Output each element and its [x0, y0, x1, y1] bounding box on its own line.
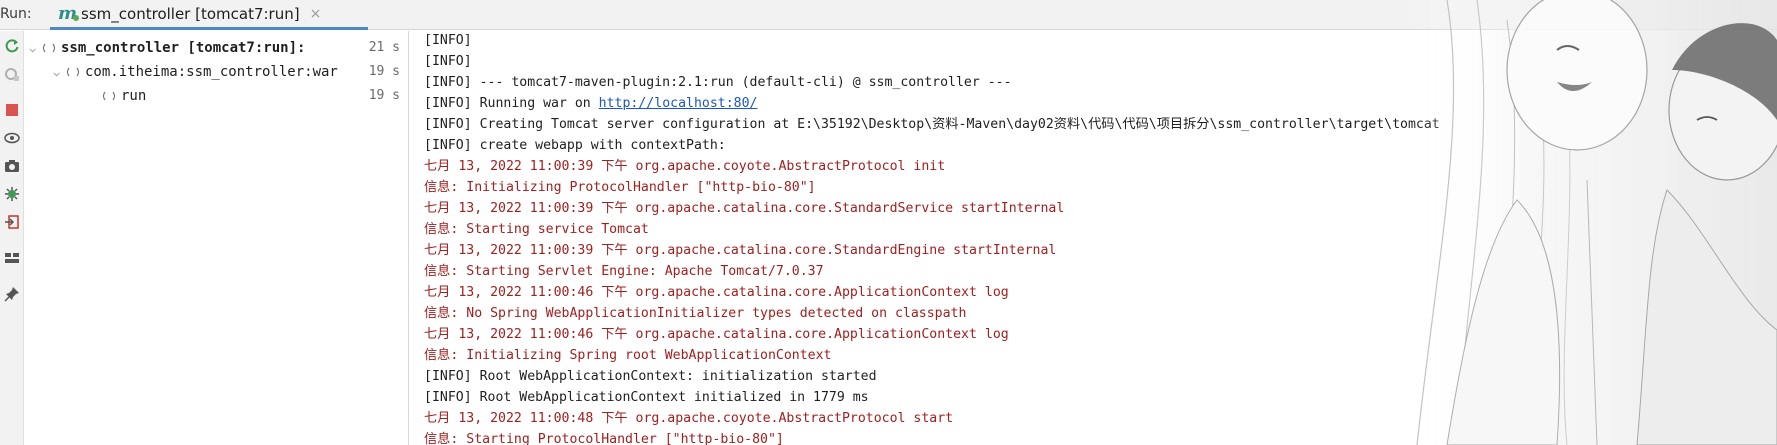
settings-bug-icon[interactable]	[3, 185, 21, 203]
console-output[interactable]: [INFO] [INFO] [INFO] --- tomcat7-maven-p…	[410, 31, 1777, 445]
run-tool-window-header: Run: m ssm_controller [tomcat7:run] ×	[0, 0, 1777, 30]
run-toolbar	[0, 31, 24, 445]
console-line: 信息: Starting service Tomcat	[424, 222, 649, 237]
tree-item-time: 19 s	[368, 88, 400, 103]
console-line: 七月 13, 2022 11:00:46 下午 org.apache.catal…	[424, 285, 1009, 300]
rerun-icon[interactable]	[3, 37, 21, 55]
console-line: 七月 13, 2022 11:00:48 下午 org.apache.coyot…	[424, 411, 954, 426]
exit-icon[interactable]	[3, 213, 21, 231]
console-line: 七月 13, 2022 11:00:39 下午 org.apache.coyot…	[424, 159, 946, 174]
run-configuration-tab[interactable]: m ssm_controller [tomcat7:run] ×	[50, 0, 368, 30]
console-line: [INFO] Root WebApplicationContext: initi…	[424, 369, 877, 384]
tree-item-root[interactable]: ⌵ ssm_controller [tomcat7:run]:	[29, 36, 405, 60]
tree-item-time: 21 s	[368, 40, 400, 55]
console-line: 七月 13, 2022 11:00:39 下午 org.apache.catal…	[424, 243, 1057, 258]
console-line: 信息: No Spring WebApplicationInitializer …	[424, 306, 967, 321]
stop-rerun-icon[interactable]	[3, 65, 21, 83]
pin-icon[interactable]	[3, 285, 21, 303]
chevron-down-icon[interactable]: ⌵	[29, 41, 43, 55]
tree-item-label: com.itheima:ssm_controller:war	[85, 64, 338, 80]
console-line: [INFO] Root WebApplicationContext initia…	[424, 390, 869, 405]
stop-icon[interactable]	[3, 101, 21, 119]
running-spinner-icon	[43, 42, 55, 54]
tree-item-module[interactable]: ⌵ com.itheima:ssm_controller:war	[53, 60, 393, 84]
console-line-text: [INFO] Running war on	[424, 96, 599, 111]
console-line: [INFO] --- tomcat7-maven-plugin:2.1:run …	[424, 75, 1012, 90]
console-line: 七月 13, 2022 11:00:39 下午 org.apache.catal…	[424, 201, 1065, 216]
view-icon[interactable]	[3, 129, 21, 147]
console-line: [INFO] Creating Tomcat server configurat…	[424, 117, 1440, 132]
tree-item-time: 19 s	[368, 64, 400, 79]
console-line: [INFO] Running war on http://localhost:8…	[424, 93, 757, 114]
tree-item-goal[interactable]: run	[103, 84, 353, 108]
maven-icon: m	[58, 3, 80, 24]
console-line: [INFO]	[424, 33, 472, 48]
tree-item-label: run	[121, 88, 147, 104]
running-spinner-icon	[103, 90, 115, 102]
tree-item-label: ssm_controller [tomcat7:run]:	[61, 40, 306, 56]
close-tab-icon[interactable]: ×	[310, 6, 322, 22]
console-line: [INFO]	[424, 54, 472, 69]
run-tab-title: ssm_controller [tomcat7:run]	[81, 4, 300, 23]
console-line: 七月 13, 2022 11:00:46 下午 org.apache.catal…	[424, 327, 1009, 342]
console-line: 信息: Starting Servlet Engine: Apache Tomc…	[424, 264, 824, 279]
running-spinner-icon	[67, 66, 79, 78]
run-tree-panel: ⌵ ssm_controller [tomcat7:run]: 21 s ⌵ c…	[25, 31, 409, 445]
chevron-down-icon[interactable]: ⌵	[53, 65, 67, 79]
console-line: 信息: Initializing ProtocolHandler ["http-…	[424, 180, 816, 195]
console-line: 信息: Starting ProtocolHandler ["http-bio-…	[424, 432, 784, 445]
console-line: 信息: Initializing Spring root WebApplicat…	[424, 348, 832, 363]
localhost-link[interactable]: http://localhost:80/	[599, 96, 758, 111]
run-label: Run:	[0, 6, 32, 22]
console-line: [INFO] create webapp with contextPath:	[424, 138, 726, 153]
screenshot-icon[interactable]	[3, 157, 21, 175]
layout-icon[interactable]	[3, 249, 21, 267]
